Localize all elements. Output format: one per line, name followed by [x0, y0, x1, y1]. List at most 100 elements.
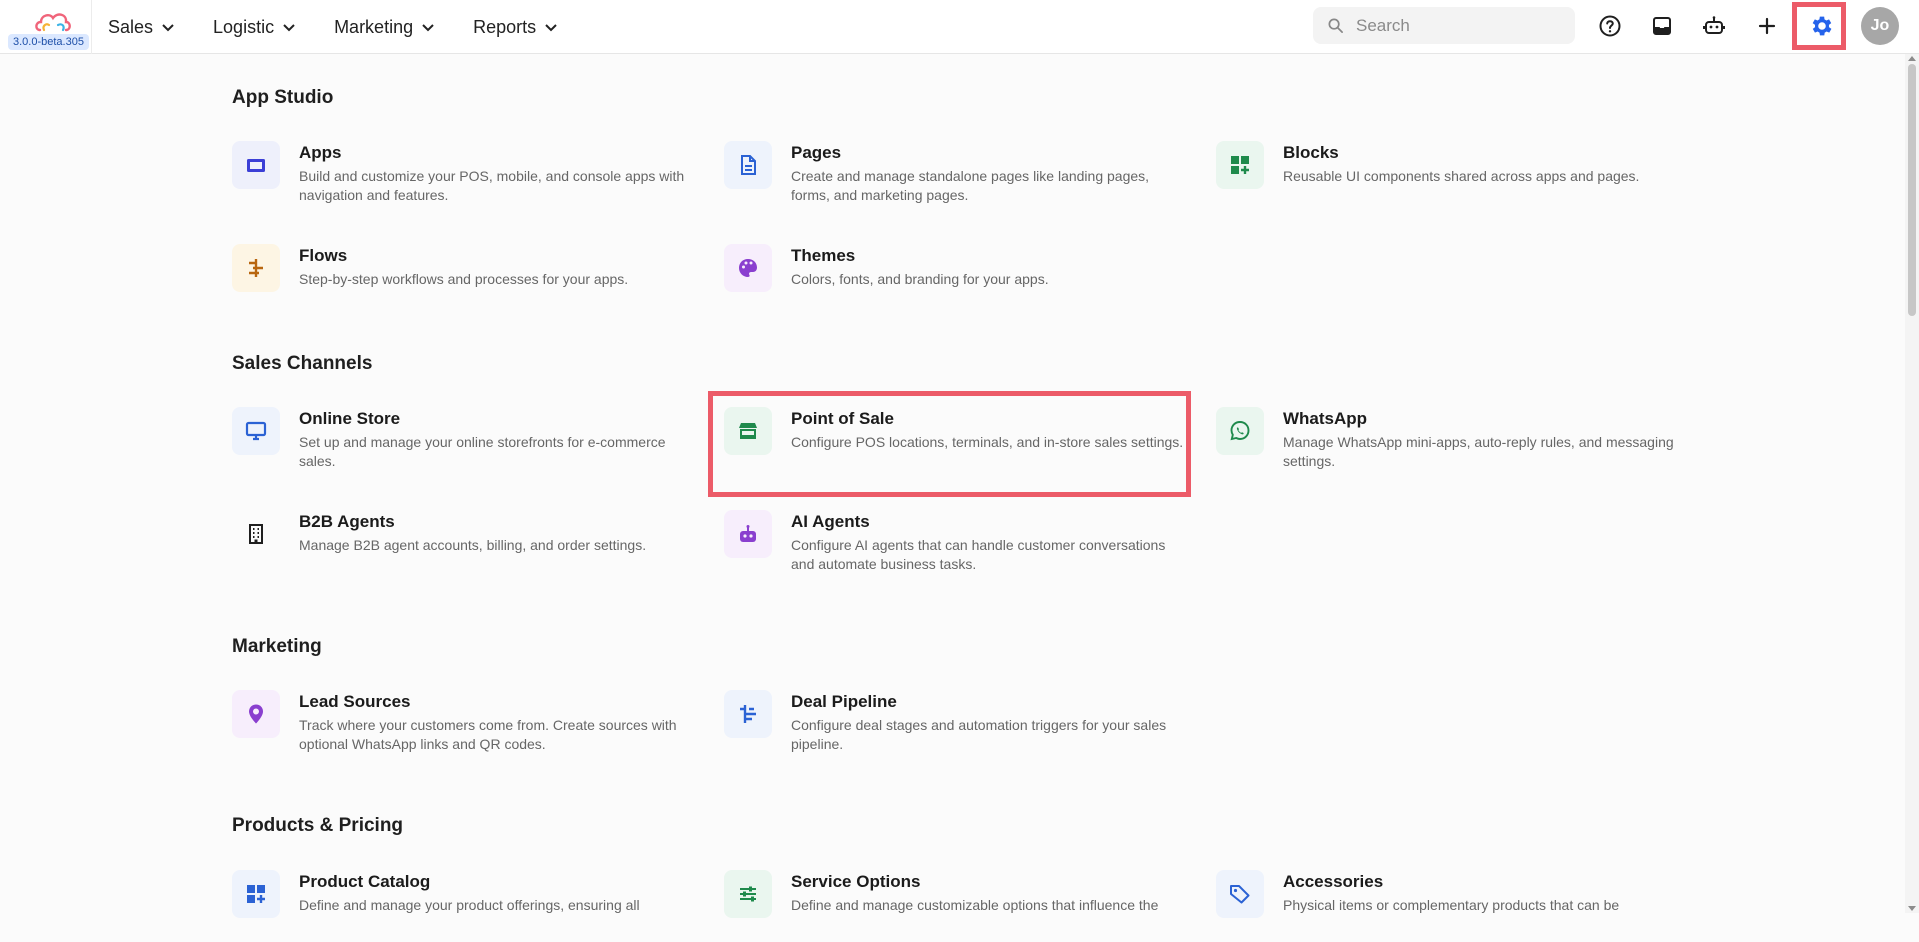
card-title: WhatsApp: [1283, 409, 1368, 428]
section-title-sales-channels: Sales Channels: [232, 353, 373, 374]
help-button[interactable]: [1594, 10, 1626, 42]
card-title: Pages: [791, 143, 842, 162]
version-badge: 3.0.0-beta.305: [8, 34, 89, 50]
card-description: Manage B2B agent accounts, billing, and …: [299, 537, 647, 553]
logo-area[interactable]: 3.0.0-beta.305: [0, 0, 92, 54]
window-icon: [247, 159, 265, 172]
card-title: Deal Pipeline: [791, 692, 897, 711]
help-icon: [1599, 15, 1621, 37]
card-description: Configure deal stages and automation tri…: [791, 717, 1167, 752]
plus-icon: [1758, 17, 1776, 35]
card-description: Build and customize your POS, mobile, an…: [299, 168, 685, 203]
card-description: Manage WhatsApp mini-apps, auto-reply ru…: [1283, 434, 1674, 469]
add-button[interactable]: [1751, 10, 1783, 42]
card-product-catalog[interactable]: Product Catalog Define and manage your p…: [232, 870, 702, 942]
pages-icon-box: [724, 141, 772, 189]
flow-icon: [249, 259, 263, 277]
card-title: B2B Agents: [299, 512, 395, 531]
nav-marketing-label: Marketing: [334, 16, 414, 37]
card-title: Apps: [299, 143, 342, 162]
card-deal-pipeline[interactable]: Deal Pipeline Configure deal stages and …: [724, 690, 1194, 762]
card-online-store[interactable]: Online Store Set up and manage your onli…: [232, 407, 702, 479]
scroll-down-arrow[interactable]: [1908, 906, 1916, 911]
page-scrollbar[interactable]: [1905, 54, 1919, 913]
nav-reports[interactable]: Reports: [473, 17, 558, 38]
card-lead-sources[interactable]: Lead Sources Track where your customers …: [232, 690, 702, 762]
card-apps[interactable]: Apps Build and customize your POS, mobil…: [232, 141, 702, 213]
card-flows[interactable]: Flows Step-by-step workflows and process…: [232, 244, 702, 316]
card-ai-agents[interactable]: AI Agents Configure AI agents that can h…: [724, 510, 1194, 582]
deal-pipeline-icon-box: [724, 690, 772, 738]
card-title: Flows: [299, 246, 348, 265]
catalog-icon: [247, 885, 265, 903]
card-accessories[interactable]: Accessories Physical items or complement…: [1216, 870, 1686, 942]
b2b-agents-icon-box: [232, 510, 280, 558]
robot-icon: [740, 525, 756, 542]
sliders-icon: [740, 886, 756, 902]
card-description: Configure AI agents that can handle cust…: [791, 537, 1166, 572]
search-input[interactable]: [1354, 14, 1558, 37]
gear-icon: [1812, 16, 1832, 36]
building-icon: [249, 524, 263, 544]
ai-agents-icon-box: [724, 510, 772, 558]
scroll-thumb[interactable]: [1908, 64, 1916, 316]
card-title: Online Store: [299, 409, 401, 428]
card-title: Accessories: [1283, 872, 1384, 891]
card-point-of-sale[interactable]: Point of Sale Configure POS locations, t…: [724, 407, 1194, 479]
card-blocks[interactable]: Blocks Reusable UI components shared acr…: [1216, 141, 1686, 213]
scroll-up-arrow[interactable]: [1908, 56, 1916, 61]
palette-icon: [739, 259, 757, 277]
online-store-icon-box: [232, 407, 280, 455]
top-navigation-bar: 3.0.0-beta.305 Sales Logistic Marketing …: [0, 0, 1919, 54]
chevron-down-icon: [283, 24, 295, 32]
card-description: Colors, fonts, and branding for your app…: [791, 271, 1049, 287]
card-title: Product Catalog: [299, 872, 431, 891]
lead-sources-icon-box: [232, 690, 280, 738]
card-description: Physical items or complementary products…: [1283, 897, 1620, 913]
document-icon: [741, 155, 756, 175]
location-pin-icon: [249, 704, 263, 724]
tag-icon: [1230, 885, 1250, 904]
chevron-down-icon: [162, 24, 174, 32]
accessories-icon-box: [1216, 870, 1264, 918]
search-icon: [1328, 18, 1343, 33]
card-description: Step-by-step workflows and processes for…: [299, 271, 629, 287]
cloud-logo-icon: [35, 13, 71, 32]
nav-reports-label: Reports: [473, 16, 537, 37]
card-title: AI Agents: [791, 512, 870, 531]
inbox-icon: [1653, 17, 1671, 35]
service-options-icon-box: [724, 870, 772, 918]
nav-marketing[interactable]: Marketing: [334, 17, 435, 38]
robot-button[interactable]: [1698, 10, 1730, 42]
chevron-down-icon: [422, 24, 434, 32]
section-title-app-studio: App Studio: [232, 87, 334, 108]
card-pages[interactable]: Pages Create and manage standalone pages…: [724, 141, 1194, 213]
card-description: Set up and manage your online storefront…: [299, 434, 666, 469]
nav-sales[interactable]: Sales: [108, 17, 175, 38]
card-title: Point of Sale: [791, 409, 894, 428]
card-title: Blocks: [1283, 143, 1339, 162]
apps-icon-box: [232, 141, 280, 189]
card-title: Themes: [791, 246, 856, 265]
themes-icon-box: [724, 244, 772, 292]
chevron-down-icon: [545, 24, 557, 32]
card-description: Define and manage customizable options t…: [791, 897, 1159, 913]
main-nav: Sales Logistic Marketing Reports: [108, 0, 596, 54]
card-title: Service Options: [791, 872, 921, 891]
card-whatsapp[interactable]: WhatsApp Manage WhatsApp mini-apps, auto…: [1216, 407, 1686, 479]
section-title-products-pricing: Products & Pricing: [232, 815, 404, 836]
card-themes[interactable]: Themes Colors, fonts, and branding for y…: [724, 244, 1194, 316]
settings-button[interactable]: [1806, 10, 1838, 42]
search-box[interactable]: [1313, 7, 1575, 44]
user-avatar[interactable]: Jo: [1861, 7, 1899, 45]
product-catalog-icon-box: [232, 870, 280, 918]
nav-logistic[interactable]: Logistic: [213, 17, 296, 38]
card-title: Lead Sources: [299, 692, 411, 711]
inbox-button[interactable]: [1646, 10, 1678, 42]
card-service-options[interactable]: Service Options Define and manage custom…: [724, 870, 1194, 942]
blocks-icon-box: [1216, 141, 1264, 189]
monitor-icon: [245, 421, 267, 441]
card-b2b-agents[interactable]: B2B Agents Manage B2B agent accounts, bi…: [232, 510, 702, 582]
nav-sales-label: Sales: [108, 16, 154, 37]
card-description: Define and manage your product offerings…: [299, 897, 640, 913]
